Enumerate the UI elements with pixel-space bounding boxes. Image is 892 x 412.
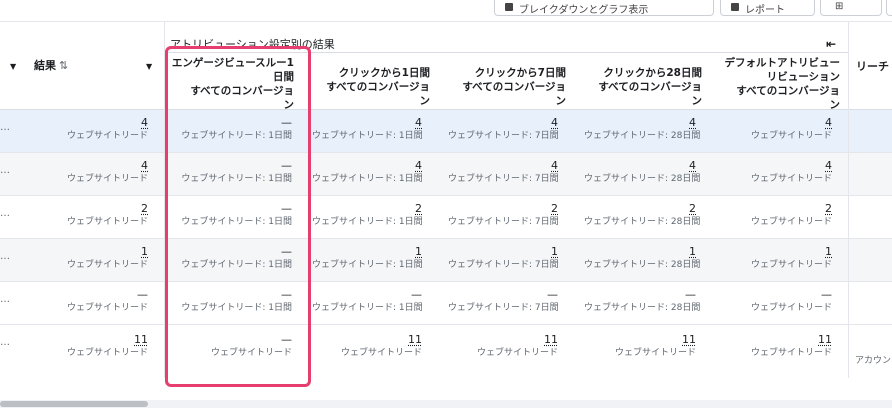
- click-7day-cell: 11 ウェブサイトリード: [476, 333, 558, 358]
- click-28day-cell: — ウェブサイトリード: 28日間: [584, 288, 701, 313]
- click-7day-cell: 2 ウェブサイトリード: 7日間: [448, 202, 559, 227]
- reach-column-header[interactable]: リーチ ↑: [856, 58, 892, 74]
- results-cell: — ウェブサイトリード: [66, 288, 148, 313]
- click-1day-cell: 4 ウェブサイトリード: 1日間: [312, 116, 423, 141]
- default-attribution-cell: 4 ウェブサイトリード: [750, 159, 832, 184]
- sort-icon[interactable]: ⇅: [59, 59, 68, 72]
- table-row[interactable]: … 4 ウェブサイトリード — ウェブサイトリード: 1日間 4 ウェブサイトリード:…: [0, 153, 892, 196]
- breakdown-chart-button[interactable]: ブレイクダウンとグラフ表示: [494, 0, 714, 16]
- table-row[interactable]: … 4 ウェブサイトリード — ウェブサイトリード: 1日間 4 ウェブサイトリード:…: [0, 110, 892, 153]
- click-28day-cell: 11 ウェブサイトリード: [614, 333, 696, 358]
- more-button[interactable]: [886, 0, 892, 16]
- column-header-click-1day[interactable]: クリックから1日間 すべてのコンバージョ ン: [312, 66, 430, 108]
- chart-icon: [505, 3, 513, 11]
- column-divider: [848, 22, 849, 378]
- results-cell: 4 ウェブサイトリード: [66, 159, 148, 184]
- click-1day-cell: 1 ウェブサイトリード: 1日間: [312, 245, 423, 270]
- default-attribution-cell: 11 ウェブサイトリード: [750, 333, 832, 358]
- click-28day-cell: 1 ウェブサイトリード: 28日間: [584, 245, 701, 270]
- chevron-down-icon[interactable]: ▼: [10, 62, 16, 71]
- ellipsis-icon[interactable]: …: [0, 337, 10, 348]
- click-1day-cell: 4 ウェブサイトリード: 1日間: [312, 159, 423, 184]
- table-row[interactable]: … — ウェブサイトリード — ウェブサイトリード: 1日間 — ウェブサイトリード:…: [0, 282, 892, 325]
- ellipsis-icon[interactable]: …: [0, 251, 10, 262]
- report-button[interactable]: レポート: [720, 0, 815, 16]
- attribution-table: ▼ 結果 ⇅ ▼ アトリビューション設定別の結果 ⇤ エンゲージビュースルー1 日…: [0, 22, 892, 400]
- click-7day-cell: 4 ウェブサイトリード: 7日間: [448, 116, 559, 141]
- ellipsis-icon[interactable]: …: [0, 122, 10, 133]
- click-1day-cell: — ウェブサイトリード: 1日間: [312, 288, 423, 313]
- toolbar: ブレイクダウンとグラフ表示 レポート ⊞: [0, 0, 892, 22]
- total-row: … 11 ウェブサイトリード — ウェブサイトリード 11 ウェブサイトリード 11 ウ…: [0, 325, 892, 377]
- results-cell: 4 ウェブサイトリード: [66, 116, 148, 141]
- ellipsis-icon[interactable]: …: [0, 165, 10, 176]
- column-header-click-28day[interactable]: クリックから28日間 すべてのコンバージョ ン: [584, 66, 702, 108]
- results-column-header[interactable]: 結果 ⇅: [34, 57, 68, 73]
- click-7day-cell: 4 ウェブサイトリード: 7日間: [448, 159, 559, 184]
- column-header-click-7day[interactable]: クリックから7日間 すべてのコンバージョ ン: [448, 66, 566, 108]
- click-28day-cell: 2 ウェブサイトリード: 28日間: [584, 202, 701, 227]
- default-attribution-cell: 1 ウェブサイトリード: [750, 245, 832, 270]
- collapse-icon[interactable]: ⇤: [826, 37, 836, 51]
- click-1day-cell: 2 ウェブサイトリード: 1日間: [312, 202, 423, 227]
- results-cell: 1 ウェブサイトリード: [66, 245, 148, 270]
- table-row[interactable]: … 1 ウェブサイトリード — ウェブサイトリード: 1日間 1 ウェブサイトリード:…: [0, 239, 892, 282]
- click-28day-cell: 4 ウェブサイトリード: 28日間: [584, 159, 701, 184]
- account-center-label: アカウントセン: [855, 356, 892, 366]
- default-attribution-cell: 2 ウェブサイトリード: [750, 202, 832, 227]
- results-cell: 2 ウェブサイトリード: [66, 202, 148, 227]
- report-icon: [731, 3, 739, 11]
- chevron-down-icon[interactable]: ▼: [146, 62, 152, 71]
- highlight-box: [165, 46, 311, 387]
- default-attribution-cell: 4 ウェブサイトリード: [750, 116, 832, 141]
- click-7day-cell: — ウェブサイトリード: 7日間: [448, 288, 559, 313]
- ellipsis-icon[interactable]: …: [0, 294, 10, 305]
- default-attribution-cell: — ウェブサイトリード: [750, 288, 832, 313]
- ellipsis-icon[interactable]: …: [0, 208, 10, 219]
- column-header-default-attribution[interactable]: デフォルトアトリビュー リビューション すべてのコンバージョ ン: [720, 56, 841, 112]
- table-header: ▼ 結果 ⇅ ▼ アトリビューション設定別の結果 ⇤ エンゲージビュースルー1 日…: [0, 22, 892, 112]
- table-row[interactable]: … 2 ウェブサイトリード — ウェブサイトリード: 1日間 2 ウェブサイトリード:…: [0, 196, 892, 239]
- click-1day-cell: 11 ウェブサイトリード: [340, 333, 422, 358]
- export-button[interactable]: ⊞: [820, 0, 882, 16]
- click-7day-cell: 1 ウェブサイトリード: 7日間: [448, 245, 559, 270]
- click-28day-cell: 4 ウェブサイトリード: 28日間: [584, 116, 701, 141]
- scrollbar-thumb[interactable]: [0, 401, 148, 407]
- results-cell: 11 ウェブサイトリード: [66, 333, 148, 358]
